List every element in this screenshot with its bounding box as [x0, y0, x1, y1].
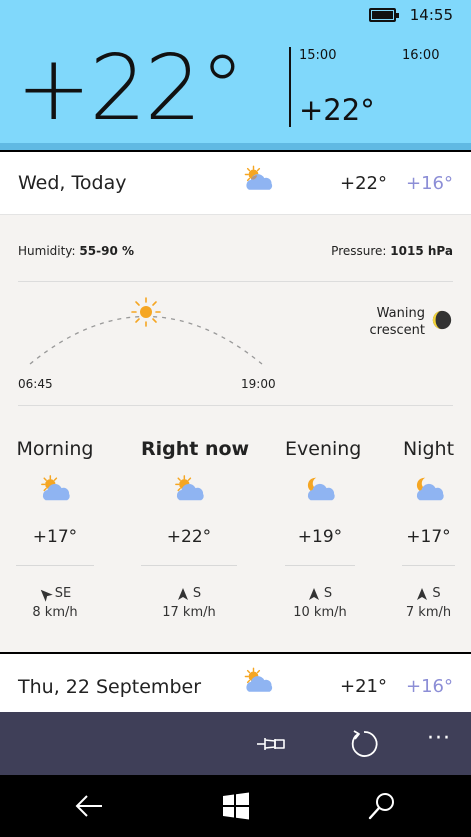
app-bar: ··· — [0, 712, 471, 775]
wind-arrow-icon — [40, 589, 53, 602]
day-label: Thu, 22 September — [18, 676, 202, 698]
moon-cloud-icon — [416, 477, 444, 501]
humidity-value: 55-90 % — [79, 244, 135, 258]
humidity-info: Humidity: 55-90 % — [18, 244, 134, 258]
moon-phase-label: Waning crescent — [369, 306, 425, 338]
period-temp: +22° — [166, 527, 212, 547]
current-weather-header: 14:55 +22° 15:00 16:00 +22° — [0, 0, 471, 150]
sunset-time: 19:00 — [241, 377, 276, 391]
wind-direction: S — [192, 586, 202, 601]
system-nav-bar — [0, 775, 471, 837]
hour-forecast-temp: +22° — [299, 93, 375, 127]
divider — [402, 565, 455, 566]
sun-cloud-icon — [175, 475, 204, 501]
windows-logo-icon[interactable] — [221, 791, 251, 821]
period-morning: Morning +17° SE 8 km/h — [16, 438, 94, 620]
hour-divider — [289, 47, 291, 127]
day-low-temp: +16° — [406, 173, 453, 194]
search-icon[interactable] — [367, 791, 397, 821]
day-row-tomorrow[interactable]: Thu, 22 September +21° +16° — [0, 654, 471, 712]
wind-info: S 7 km/h — [402, 586, 455, 620]
hour-forecast-time: 16:00 — [402, 48, 440, 63]
wind-arrow-icon — [177, 587, 188, 600]
divider — [285, 565, 355, 566]
today-details-panel: Humidity: 55-90 % Pressure: 1015 hPa 06:… — [0, 214, 471, 652]
period-name: Night — [402, 438, 455, 460]
period-name: Evening — [285, 438, 362, 460]
day-high-temp: +22° — [340, 173, 387, 194]
wind-direction: S — [432, 586, 441, 601]
wind-speed: 17 km/h — [162, 605, 216, 620]
day-low-temp: +16° — [406, 676, 453, 697]
status-time: 14:55 — [409, 6, 453, 24]
sunrise-time: 06:45 — [18, 377, 53, 391]
period-name: Right now — [141, 438, 250, 460]
pressure-value: 1015 hPa — [390, 244, 453, 258]
wind-speed: 7 km/h — [405, 605, 452, 620]
wind-speed: 10 km/h — [293, 605, 347, 620]
day-high-temp: +21° — [340, 676, 387, 697]
current-temperature: +22° — [16, 36, 245, 141]
moon-phase-icon — [432, 310, 452, 330]
period-temp: +17° — [406, 527, 451, 547]
divider — [16, 565, 94, 566]
more-options-button[interactable]: ··· — [427, 726, 451, 751]
period-evening: Evening +19° S 10 km/h — [285, 438, 362, 620]
pressure-label: Pressure: — [331, 244, 387, 258]
wind-arrow-icon — [308, 587, 319, 600]
wind-info: S 10 km/h — [285, 586, 355, 620]
day-label: Wed, Today — [18, 172, 127, 194]
status-bar: 14:55 — [368, 6, 453, 24]
wind-info: SE 8 km/h — [16, 586, 94, 620]
period-name: Morning — [16, 438, 94, 460]
period-temp: +17° — [32, 527, 78, 547]
back-arrow-icon[interactable] — [74, 791, 104, 821]
period-temp: +19° — [297, 527, 343, 547]
wind-direction: S — [323, 586, 333, 601]
hour-forecast-time: 15:00 — [299, 48, 337, 63]
pressure-info: Pressure: 1015 hPa — [331, 244, 453, 258]
day-row-today[interactable]: Wed, Today +22° +16° — [0, 152, 471, 214]
wind-arrow-icon — [417, 587, 428, 600]
moon-cloud-icon — [307, 477, 335, 501]
divider — [18, 405, 453, 406]
divider — [0, 214, 471, 215]
divider — [18, 281, 453, 282]
sun-cloud-icon — [244, 165, 273, 190]
pin-icon[interactable] — [255, 728, 287, 760]
period-night: Night +17° S 7 km/h — [402, 438, 455, 620]
battery-icon — [368, 8, 399, 22]
wind-info: S 17 km/h — [141, 586, 237, 620]
wind-speed: 8 km/h — [32, 605, 78, 620]
period-right-now: Right now +22° S 17 km/h — [141, 438, 250, 620]
sun-cloud-icon — [244, 667, 273, 692]
divider — [141, 565, 237, 566]
humidity-label: Humidity: — [18, 244, 76, 258]
wind-direction: SE — [54, 586, 72, 601]
refresh-icon[interactable] — [349, 729, 379, 759]
sun-cloud-icon — [41, 475, 70, 501]
